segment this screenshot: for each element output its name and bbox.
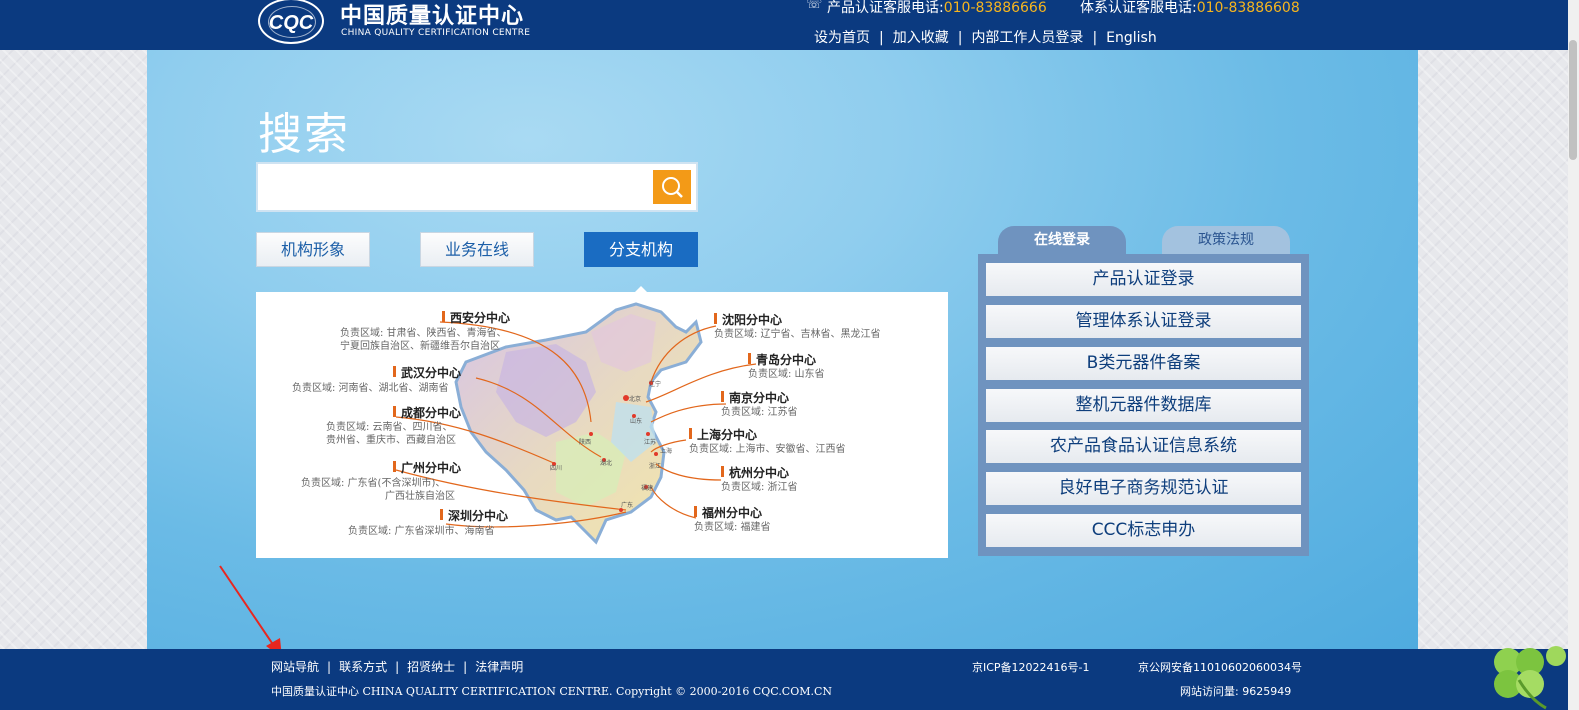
english-link[interactable]: English [1106,30,1157,46]
org-name-en: CHINA QUALITY CERTIFICATION CENTRE [341,28,531,38]
map-label-liaoning: 辽宁 [649,380,661,388]
branch-name: 青岛分中心 [748,351,825,368]
clover-icon [1494,646,1566,710]
ccc-mark-link[interactable]: CCC标志申办 [986,514,1301,547]
ecommerce-cert-link[interactable]: 良好电子商务规范认证 [986,472,1301,505]
branch-name: 南京分中心 [721,389,798,406]
search-icon [662,177,683,198]
scrollbar-thumb[interactable] [1569,40,1577,160]
branch-xian-area: 负责区域: 甘肃省、陕西省、青海省、 宁夏回族自治区、新疆维吾尔自治区 [340,328,507,352]
branch-name: 福州分中心 [694,504,771,521]
product-cert-login-link[interactable]: 产品认证登录 [986,263,1301,296]
search-box [256,162,698,212]
branch-guangzhou[interactable]: 广州分中心 [393,459,461,476]
branch-shanghai[interactable]: 上海分中心 负责区域: 上海市、安徽省、江西省 [689,426,846,456]
cqc-logo[interactable]: CQC [258,0,324,44]
branch-guangzhou-area: 负责区域: 广东省(不含深圳市)、 广西壮族自治区 [301,478,455,502]
branch-name: 深圳分中心 [440,507,508,524]
copyright-text: 中国质量认证中心 CHINA QUALITY CERTIFICATION CEN… [271,685,833,698]
phone-icon: ☏ [806,0,823,12]
branch-xian[interactable]: 西安分中心 [442,309,510,326]
org-name-cn: 中国质量认证中心 [340,4,525,29]
map-label-shanghai: 上海 [660,447,672,455]
top-links: 设为首页 | 加入收藏 | 内部工作人员登录 | English [814,30,1157,46]
component-database-link[interactable]: 整机元器件数据库 [986,389,1301,422]
branch-qingdao[interactable]: 青岛分中心 负责区域: 山东省 [748,351,825,381]
branch-name: 武汉分中心 [393,364,461,381]
map-label-beijing: 北京 [629,395,641,403]
branch-hangzhou[interactable]: 杭州分中心 负责区域: 浙江省 [721,464,798,494]
add-favorite-link[interactable]: 加入收藏 [893,30,949,46]
branch-nanjing[interactable]: 南京分中心 负责区域: 江苏省 [721,389,798,419]
visit-counter: 网站访问量: 9625949 [1180,685,1292,698]
branch-shenzhen[interactable]: 深圳分中心 [440,507,508,524]
branch-fuzhou[interactable]: 福州分中心 负责区域: 福建省 [694,504,771,534]
mgmt-system-login-link[interactable]: 管理体系认证登录 [986,305,1301,338]
map-label-hubei: 湖北 [600,459,612,467]
site-nav-link[interactable]: 网站导航 [271,660,319,674]
map-label-guangdong: 广东 [621,501,633,509]
branch-name: 成都分中心 [393,404,461,421]
tab-institution-image[interactable]: 机构形象 [256,232,370,267]
branch-wuhan-area: 负责区域: 河南省、湖北省、湖南省 [292,383,449,394]
branch-name: 杭州分中心 [721,464,798,481]
system-hotline-label: 体系认证客服电话: [1080,0,1197,16]
search-button[interactable] [653,170,691,204]
branch-wuhan[interactable]: 武汉分中心 [393,364,461,381]
site-header: CQC 中国质量认证中心 CHINA QUALITY CERTIFICATION… [0,0,1568,50]
branch-name: 广州分中心 [393,459,461,476]
map-label-zhejiang: 浙江 [649,462,661,470]
careers-link[interactable]: 招贤纳士 [407,660,455,674]
contact-link[interactable]: 联系方式 [339,660,387,674]
site-footer: 网站导航 | 联系方式 | 招贤纳士 | 法律声明 中国质量认证中心 CHINA QUALI… [0,649,1568,710]
branch-name: 西安分中心 [442,309,510,326]
tab-policy-regulations[interactable]: 政策法规 [1162,226,1290,256]
branch-chengdu-area: 负责区域: 云南省、四川省、 贵州省、重庆市、西藏自治区 [326,422,456,446]
system-hotline: 体系认证客服电话:010-83886608 [1080,0,1300,17]
icp-record[interactable]: 京ICP备12022416号-1 [972,659,1090,675]
branch-shenyang[interactable]: 沈阳分中心 负责区域: 辽宁省、吉林省、黑龙江省 [714,311,881,341]
map-label-sichuan: 四川 [550,465,562,472]
tab-branches[interactable]: 分支机构 [584,232,698,267]
legal-link[interactable]: 法律声明 [475,660,523,674]
branch-name: 沈阳分中心 [714,311,881,328]
branch-chengdu[interactable]: 成都分中心 [393,404,461,421]
map-label-jiangsu: 江苏 [644,438,656,446]
product-hotline: 产品认证客服电话:010-83886666 [827,0,1047,17]
staff-login-link[interactable]: 内部工作人员登录 [971,30,1083,46]
public-security-record[interactable]: 京公网安备11010602060034号 [1138,659,1302,675]
agri-food-system-link[interactable]: 农产品食品认证信息系统 [986,430,1301,463]
product-hotline-label: 产品认证客服电话: [827,0,944,16]
branch-name: 上海分中心 [689,426,846,443]
set-homepage-link[interactable]: 设为首页 [814,30,870,46]
footer-links: 网站导航 | 联系方式 | 招贤纳士 | 法律声明 [271,660,524,674]
map-label-shandong: 山东 [630,417,642,425]
map-label-fujian: 福建 [641,484,653,492]
system-hotline-number: 010-83886608 [1196,0,1300,16]
search-input[interactable] [262,168,646,206]
map-label-shaanxi: 陕西 [579,438,591,446]
search-title: 搜索 [258,109,350,160]
class-b-component-link[interactable]: B类元器件备案 [986,347,1301,380]
branch-shenzhen-area: 负责区域: 广东省深圳市、海南省 [348,526,495,537]
tab-online-login[interactable]: 在线登录 [998,226,1126,256]
tab-business-online[interactable]: 业务在线 [420,232,534,267]
product-hotline-number: 010-83886666 [943,0,1047,16]
branch-map-panel: 北京 辽宁 山东 陕西 湖北 四川 江苏 上海 浙江 福建 广东 西安分中心 负… [256,292,948,558]
